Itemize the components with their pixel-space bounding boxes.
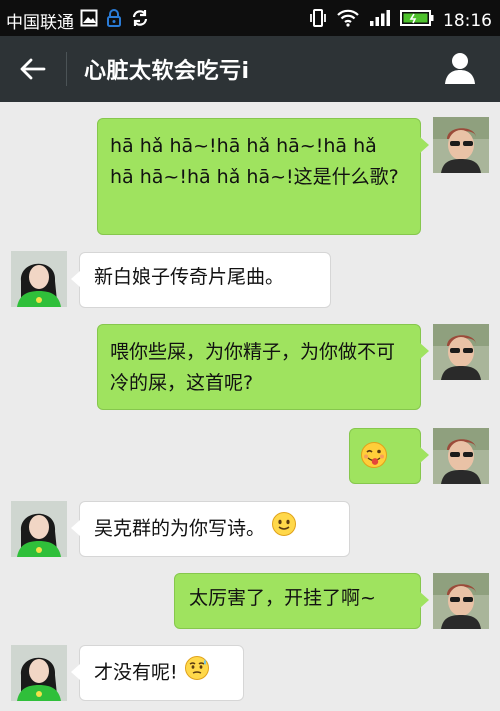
message-text-1: hā hǎ hā~!hā hǎ hā~!hā hǎ hā hā~!hā hǎ h… bbox=[110, 135, 399, 188]
avatar-image bbox=[11, 645, 67, 701]
avatar-image bbox=[433, 117, 489, 173]
title-bar: 心脏太软会吃亏i bbox=[0, 36, 500, 102]
battery-icon bbox=[400, 9, 434, 32]
message-bubble-7[interactable]: 才没有呢! bbox=[71, 645, 244, 701]
message-bubble-6[interactable]: 太厉害了，开挂了啊~ bbox=[174, 573, 429, 629]
tongue-wink-emoji-icon bbox=[360, 441, 388, 479]
message-bubble-4[interactable] bbox=[349, 428, 429, 484]
chat-title: 心脏太软会吃亏i bbox=[84, 59, 250, 84]
smile-emoji-icon bbox=[271, 511, 297, 547]
message-text-3: 喂你些屎，为你精子，为你做不可冷的屎，这首呢? bbox=[110, 341, 396, 394]
title-divider bbox=[66, 52, 67, 86]
my-avatar[interactable] bbox=[433, 573, 489, 629]
message-bubble-5[interactable]: 吴克群的为你写诗。 bbox=[71, 501, 350, 557]
clock-label: 18:16 bbox=[443, 10, 492, 31]
back-arrow-icon bbox=[20, 58, 46, 80]
message-text-5: 吴克群的为你写诗。 bbox=[94, 517, 266, 540]
back-button[interactable] bbox=[16, 52, 50, 86]
avatar-image bbox=[433, 573, 489, 629]
person-icon bbox=[445, 53, 475, 84]
my-avatar[interactable] bbox=[433, 428, 489, 484]
shy-sweat-emoji-icon bbox=[184, 655, 210, 691]
picture-icon bbox=[80, 9, 98, 32]
lock-icon bbox=[104, 8, 124, 33]
my-avatar[interactable] bbox=[433, 117, 489, 173]
friend-avatar[interactable] bbox=[11, 251, 67, 307]
message-text-7: 才没有呢! bbox=[94, 661, 178, 684]
message-text-2: 新白娘子传奇片尾曲。 bbox=[94, 266, 285, 288]
wifi-icon bbox=[336, 8, 360, 33]
avatar-image bbox=[11, 501, 67, 557]
signal-icon bbox=[369, 9, 391, 32]
message-bubble-2[interactable]: 新白娘子传奇片尾曲。 bbox=[71, 252, 331, 308]
message-bubble-1[interactable]: hā hǎ hā~!hā hǎ hā~!hā hǎ hā hā~!hā hǎ h… bbox=[97, 118, 429, 235]
status-bar: 中国联通 18:16 bbox=[0, 0, 500, 36]
avatar-image bbox=[11, 251, 67, 307]
vibrate-icon bbox=[309, 8, 327, 33]
message-text-6: 太厉害了，开挂了啊~ bbox=[189, 587, 376, 609]
carrier-label: 中国联通 bbox=[6, 13, 74, 33]
avatar-image bbox=[433, 324, 489, 380]
profile-button[interactable] bbox=[442, 50, 478, 86]
sync-icon bbox=[130, 8, 150, 33]
avatar-image bbox=[433, 428, 489, 484]
my-avatar[interactable] bbox=[433, 324, 489, 380]
friend-avatar[interactable] bbox=[11, 501, 67, 557]
friend-avatar[interactable] bbox=[11, 645, 67, 701]
message-bubble-3[interactable]: 喂你些屎，为你精子，为你做不可冷的屎，这首呢? bbox=[97, 324, 429, 410]
